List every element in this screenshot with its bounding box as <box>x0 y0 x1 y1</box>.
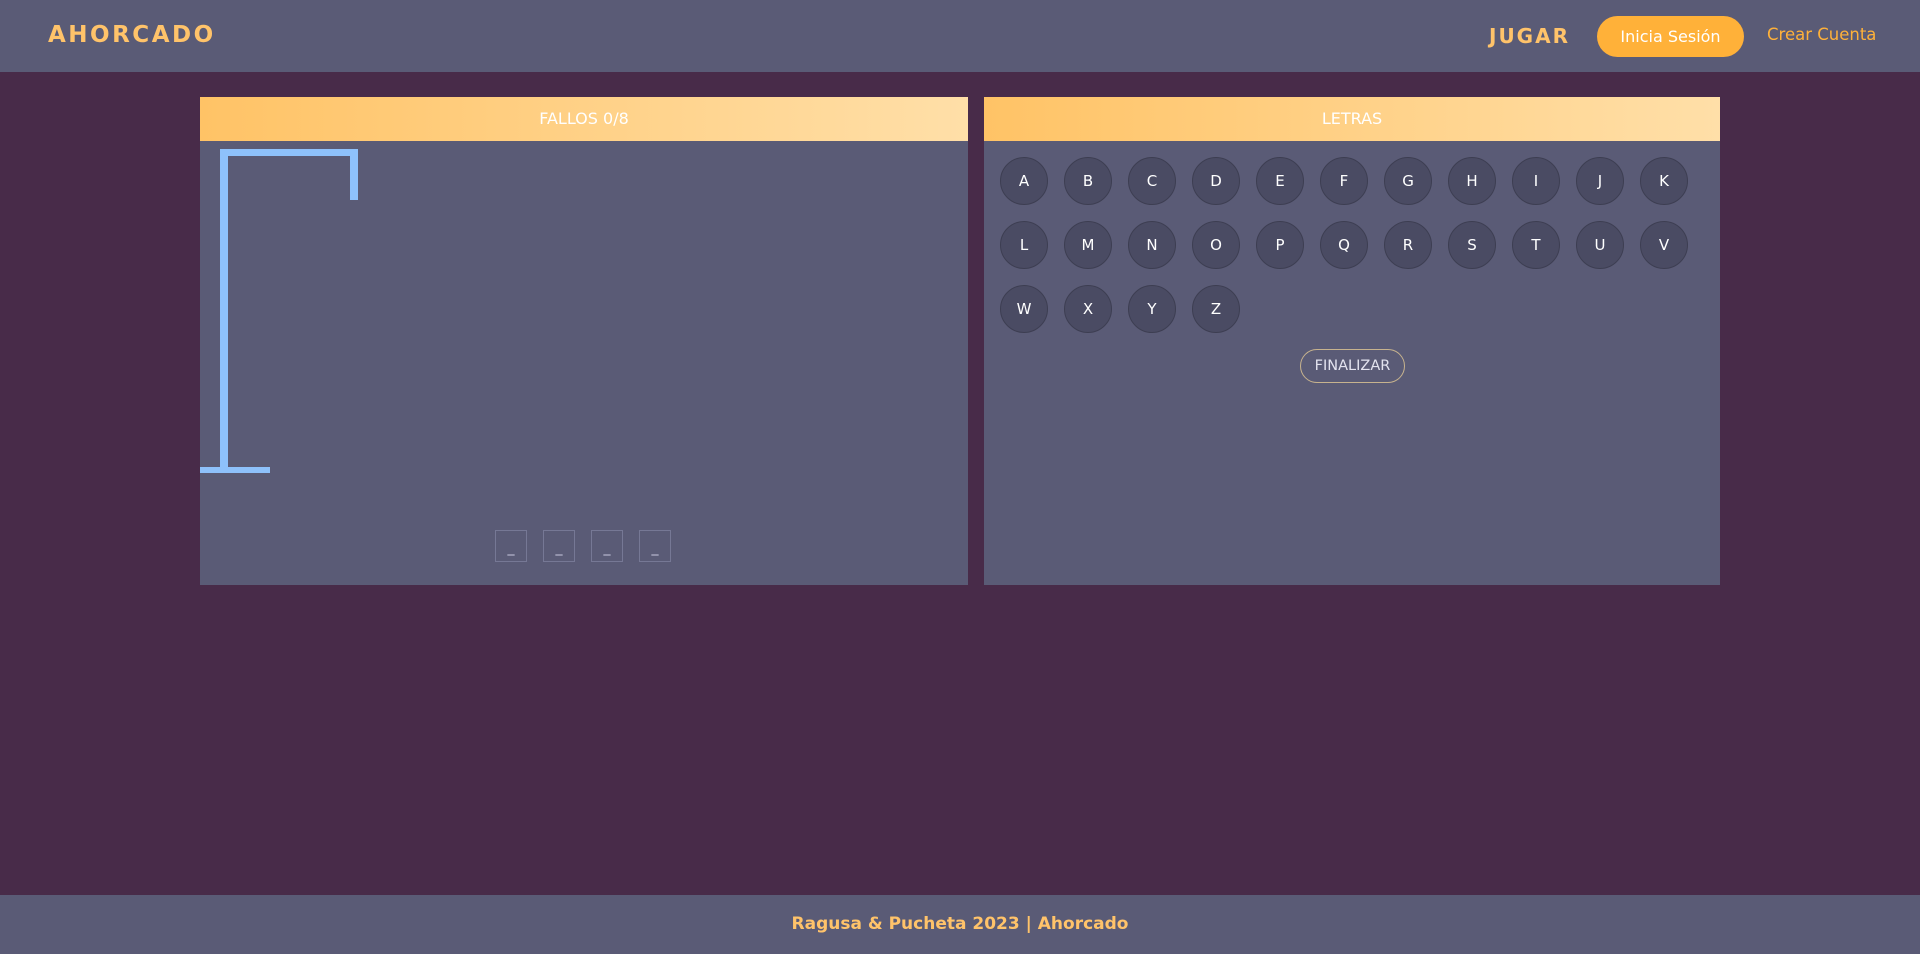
gallows-rope <box>350 149 358 200</box>
fails-header: FALLOS 0/8 <box>200 97 968 141</box>
word-slot-1: _ <box>495 530 527 562</box>
letter-button-r[interactable]: R <box>1384 221 1432 269</box>
letter-button-d[interactable]: D <box>1192 157 1240 205</box>
letters-header: LETRAS <box>984 97 1720 141</box>
letter-button-b[interactable]: B <box>1064 157 1112 205</box>
brand-logo[interactable]: AHORCADO <box>48 22 216 48</box>
letter-button-f[interactable]: F <box>1320 157 1368 205</box>
letter-button-s[interactable]: S <box>1448 221 1496 269</box>
letter-button-e[interactable]: E <box>1256 157 1304 205</box>
letter-button-q[interactable]: Q <box>1320 221 1368 269</box>
letters-panel: LETRAS A B C D E F G H I J K L M N O P Q… <box>984 97 1720 585</box>
letter-button-z[interactable]: Z <box>1192 285 1240 333</box>
letter-button-p[interactable]: P <box>1256 221 1304 269</box>
letter-button-u[interactable]: U <box>1576 221 1624 269</box>
letter-button-o[interactable]: O <box>1192 221 1240 269</box>
letter-button-v[interactable]: V <box>1640 221 1688 269</box>
word-slot-2: _ <box>543 530 575 562</box>
nav-play-link[interactable]: JUGAR <box>1489 24 1570 48</box>
letter-button-w[interactable]: W <box>1000 285 1048 333</box>
letter-button-j[interactable]: J <box>1576 157 1624 205</box>
navbar: AHORCADO JUGAR Inicia Sesión Crear Cuent… <box>0 0 1920 72</box>
letter-button-y[interactable]: Y <box>1128 285 1176 333</box>
word-slot-4: _ <box>639 530 671 562</box>
finish-button[interactable]: FINALIZAR <box>1300 349 1405 383</box>
letter-grid: A B C D E F G H I J K L M N O P Q R S T … <box>1000 157 1720 357</box>
letter-button-g[interactable]: G <box>1384 157 1432 205</box>
letter-button-a[interactable]: A <box>1000 157 1048 205</box>
gallows-beam <box>220 149 358 156</box>
login-button[interactable]: Inicia Sesión <box>1597 16 1744 57</box>
gallows-panel: FALLOS 0/8 _ _ _ _ <box>200 97 968 585</box>
letter-button-i[interactable]: I <box>1512 157 1560 205</box>
create-account-link[interactable]: Crear Cuenta <box>1767 25 1876 44</box>
letter-button-c[interactable]: C <box>1128 157 1176 205</box>
letter-button-n[interactable]: N <box>1128 221 1176 269</box>
letter-button-m[interactable]: M <box>1064 221 1112 269</box>
letter-button-l[interactable]: L <box>1000 221 1048 269</box>
letter-button-x[interactable]: X <box>1064 285 1112 333</box>
footer: Ragusa & Pucheta 2023 | Ahorcado <box>0 895 1920 954</box>
gallows-base <box>200 467 270 473</box>
letter-button-h[interactable]: H <box>1448 157 1496 205</box>
letter-button-t[interactable]: T <box>1512 221 1560 269</box>
word-slot-3: _ <box>591 530 623 562</box>
gallows-post <box>220 149 228 472</box>
letter-button-k[interactable]: K <box>1640 157 1688 205</box>
